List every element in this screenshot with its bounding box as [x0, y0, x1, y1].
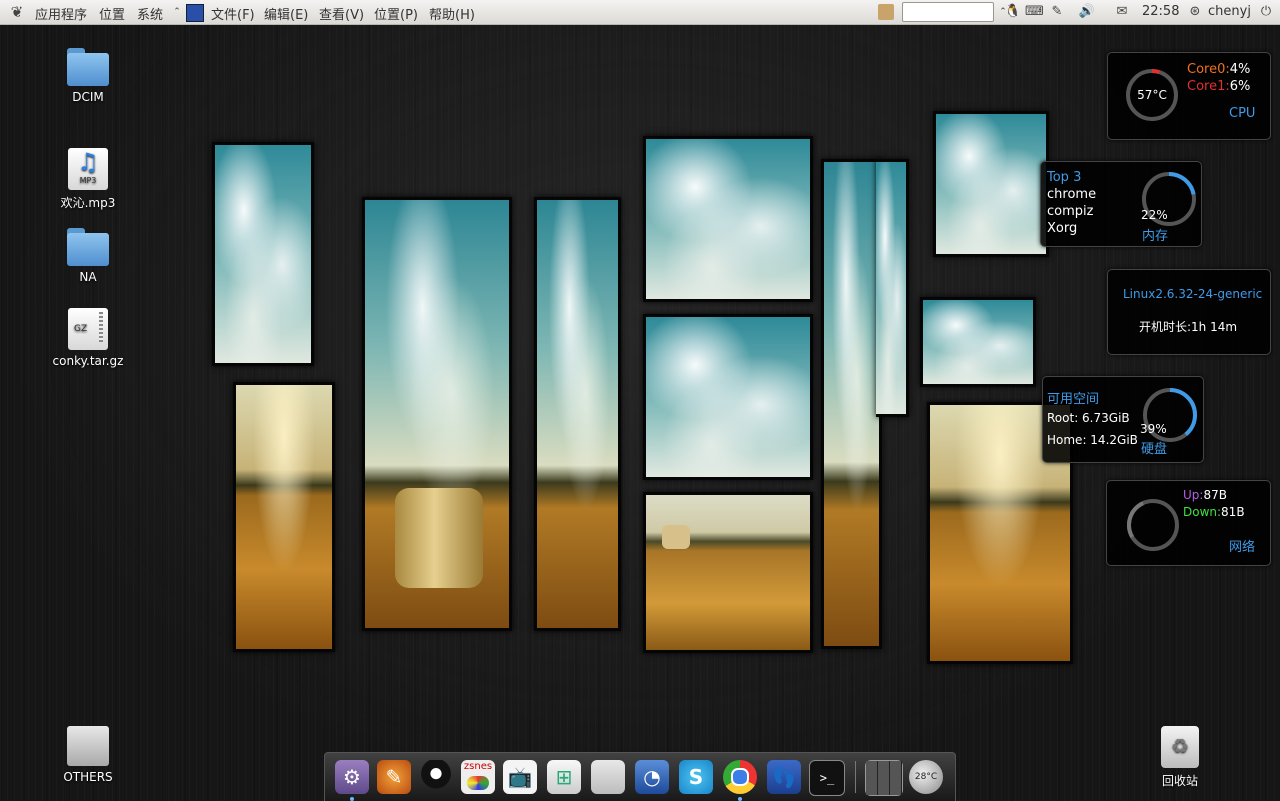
zsnes-icon[interactable]: zsnes: [461, 760, 495, 794]
desktop-icon-mp3[interactable]: ♫ MP3 欢沁.mp3: [46, 148, 130, 211]
music-file-icon: ♫ MP3: [68, 148, 108, 190]
cpu-title: CPU: [1229, 106, 1256, 121]
running-indicator: [738, 797, 742, 801]
power-icon[interactable]: ⏻: [1257, 3, 1275, 21]
desktop-icon-label: conky.tar.gz: [52, 354, 124, 368]
menu-places[interactable]: 位置: [99, 4, 125, 23]
photo-tile: [534, 197, 621, 631]
photo-tile: [643, 314, 813, 480]
system-widget: Linux2.6.32-24-generic 开机时长:1h 14m: [1107, 269, 1271, 355]
core1-row: Core1:6%: [1187, 79, 1251, 94]
photo-tile: [362, 197, 512, 631]
network-tool-icon[interactable]: ◔: [635, 760, 669, 794]
home-space: Home: 14.2GiB: [1047, 433, 1138, 447]
cpu-temp: 57°C: [1137, 88, 1167, 102]
photo-tile: [876, 159, 909, 417]
menu-edit[interactable]: 编辑(E): [264, 4, 308, 23]
desktop-icon-label: DCIM: [72, 90, 104, 104]
folder-icon: [67, 48, 109, 86]
desktop-icon-dcim[interactable]: DCIM: [46, 48, 130, 104]
top-label: Top 3: [1047, 170, 1082, 185]
photo-tile: [212, 142, 314, 366]
memory-title: 内存: [1142, 229, 1169, 244]
uptime: 开机时长:1h 14m: [1139, 320, 1238, 334]
keyboard-icon[interactable]: ⌨: [1025, 3, 1044, 21]
gnome-foot-icon[interactable]: ❦: [8, 3, 26, 21]
windows-icon[interactable]: ⊞: [547, 760, 581, 794]
upload-row: Up:87B: [1183, 488, 1227, 502]
network-gauge: [1127, 499, 1179, 551]
photo-tile: [643, 492, 813, 653]
menu-view[interactable]: 查看(V): [319, 4, 364, 23]
hay-bale: [395, 488, 483, 588]
desktop-icon-label: 欢沁.mp3: [60, 196, 116, 210]
clock[interactable]: 22:58: [1142, 4, 1179, 19]
expand-icon[interactable]: ⌃: [168, 3, 186, 21]
workspace-icon[interactable]: [865, 760, 903, 796]
running-indicator: [350, 797, 354, 801]
menu-system[interactable]: 系统: [137, 4, 163, 23]
paint-icon[interactable]: ✎: [377, 760, 411, 794]
drive-icon: [67, 726, 109, 766]
pen-icon[interactable]: ✎: [1048, 3, 1066, 21]
qq-tray-icon[interactable]: 🐧: [1004, 3, 1022, 21]
network-widget: Up:87B Down:81B 网络: [1106, 480, 1271, 566]
qq-icon[interactable]: [419, 760, 453, 794]
desktop-icon-label: 回收站: [1161, 774, 1198, 788]
disk-widget: 可用空间 Root: 6.73GiB Home: 14.2GiB 39% 硬盘: [1042, 376, 1204, 463]
memory-widget: Top 3 chrome compiz Xorg 22% 内存: [1040, 161, 1202, 247]
dock: ⚙ ✎ zsnes 📺 ⊞ ◔ S 👣 >_ 28°C: [324, 752, 956, 801]
top-process-1: chrome: [1047, 187, 1097, 202]
desktop-icon-trash[interactable]: ♻ 回收站: [1138, 726, 1222, 789]
tv-icon[interactable]: 📺: [503, 760, 537, 794]
desktop-icon-na[interactable]: NA: [46, 228, 130, 284]
menu-applications[interactable]: 应用程序: [35, 4, 87, 23]
user-icon[interactable]: ⊛: [1186, 3, 1204, 21]
free-space-label: 可用空间: [1047, 392, 1100, 407]
desktop-icon-others[interactable]: OTHERS: [46, 726, 130, 784]
blank-icon[interactable]: [591, 760, 625, 794]
weather-icon[interactable]: 28°C: [909, 760, 943, 794]
photo-tile: [821, 159, 882, 649]
archive-file-icon: GZ: [68, 308, 108, 350]
menu-help[interactable]: 帮助(H): [429, 4, 475, 23]
core0-row: Core0:4%: [1187, 62, 1251, 77]
app-window-icon[interactable]: [186, 4, 204, 22]
photo-tile: [920, 297, 1036, 387]
disk-percent: 39%: [1140, 422, 1167, 436]
panel-search-input[interactable]: [902, 2, 994, 22]
download-row: Down:81B: [1183, 505, 1245, 519]
desktop-icon-label: NA: [79, 270, 97, 284]
memory-percent: 22%: [1141, 208, 1168, 222]
desktop-icon-label: OTHERS: [63, 770, 113, 784]
cpu-widget: 57°C Core0:4% Core1:6% CPU: [1107, 52, 1271, 140]
terminal-icon[interactable]: >_: [809, 760, 845, 796]
notes-icon[interactable]: [878, 4, 894, 20]
skype-icon[interactable]: S: [679, 760, 713, 794]
chrome-icon[interactable]: [723, 760, 757, 794]
network-title: 网络: [1229, 540, 1256, 555]
user-name[interactable]: chenyj: [1208, 4, 1251, 19]
top-panel: ❦ 应用程序 位置 系统 ⌃ 文件(F) 编辑(E) 查看(V) 位置(P) 帮…: [0, 0, 1280, 25]
volume-icon[interactable]: 🔊: [1078, 3, 1096, 21]
menu-file[interactable]: 文件(F): [211, 4, 255, 23]
settings-icon[interactable]: ⚙: [335, 760, 369, 794]
trash-icon: ♻: [1161, 726, 1199, 768]
dock-separator: [855, 761, 856, 793]
root-space: Root: 6.73GiB: [1047, 411, 1130, 425]
disk-title: 硬盘: [1141, 442, 1168, 457]
footprint-icon[interactable]: 👣: [767, 760, 801, 794]
photo-tile: [233, 382, 335, 652]
photo-tile: [643, 136, 813, 302]
photo-tile: [933, 111, 1049, 257]
mail-icon[interactable]: ✉: [1113, 3, 1131, 21]
top-process-2: compiz: [1047, 204, 1094, 219]
desktop-icon-conky[interactable]: GZ conky.tar.gz: [46, 308, 130, 368]
folder-icon: [67, 228, 109, 266]
menu-location[interactable]: 位置(P): [374, 4, 418, 23]
kernel-version: Linux2.6.32-24-generic: [1123, 287, 1263, 301]
top-process-3: Xorg: [1047, 221, 1078, 236]
hay-bale: [662, 525, 690, 549]
